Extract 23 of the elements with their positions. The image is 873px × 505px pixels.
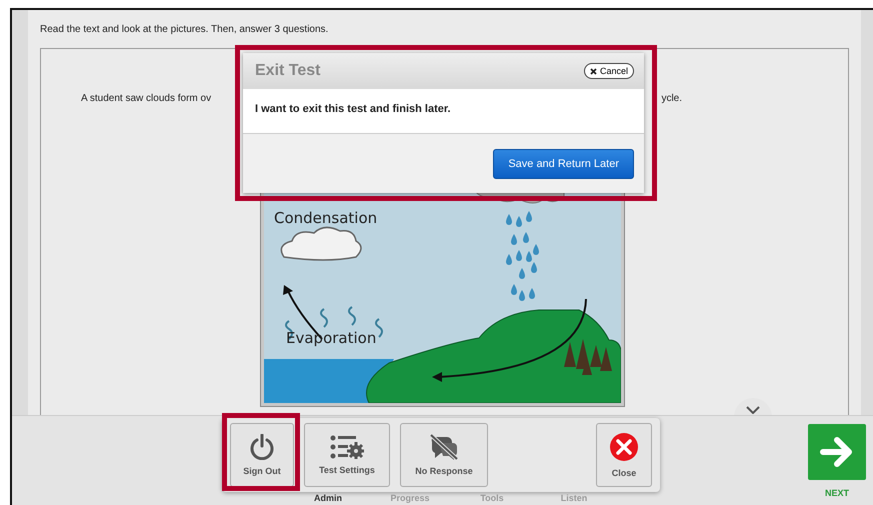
cancel-button[interactable]: Cancel: [584, 63, 634, 79]
close-button[interactable]: Close: [596, 423, 652, 487]
diagram-label: Condensation: [274, 211, 378, 226]
right-arrow-icon: [820, 436, 854, 468]
tool-button[interactable]: Test Settings: [304, 423, 390, 487]
tool-button[interactable]: Sign Out: [230, 423, 294, 487]
close-icon: [609, 432, 639, 462]
chevron-down-icon: [746, 406, 760, 414]
power-icon: [250, 434, 274, 460]
diagram-label: Evaporation: [286, 331, 376, 346]
dialog-message: I want to exit this test and finish later.: [243, 89, 644, 134]
passage-text: ycle.: [661, 93, 682, 104]
crossed-speech-bubble-icon: [429, 434, 459, 460]
instructions-text: Read the text and look at the pictures. Then, answer 3 questions.: [40, 24, 330, 37]
save-return-button[interactable]: Save and Return Later: [493, 148, 634, 178]
close-icon: [590, 68, 597, 74]
list-gear-icon: [330, 435, 364, 459]
passage-text: A student saw clouds form ov: [81, 93, 212, 104]
dialog-title: Exit Test: [255, 62, 320, 80]
tool-button[interactable]: No Response: [400, 423, 488, 487]
toolbar-tab[interactable]: Admin: [287, 493, 369, 504]
next-button[interactable]: [808, 424, 866, 480]
next-label: NEXT: [824, 488, 849, 498]
